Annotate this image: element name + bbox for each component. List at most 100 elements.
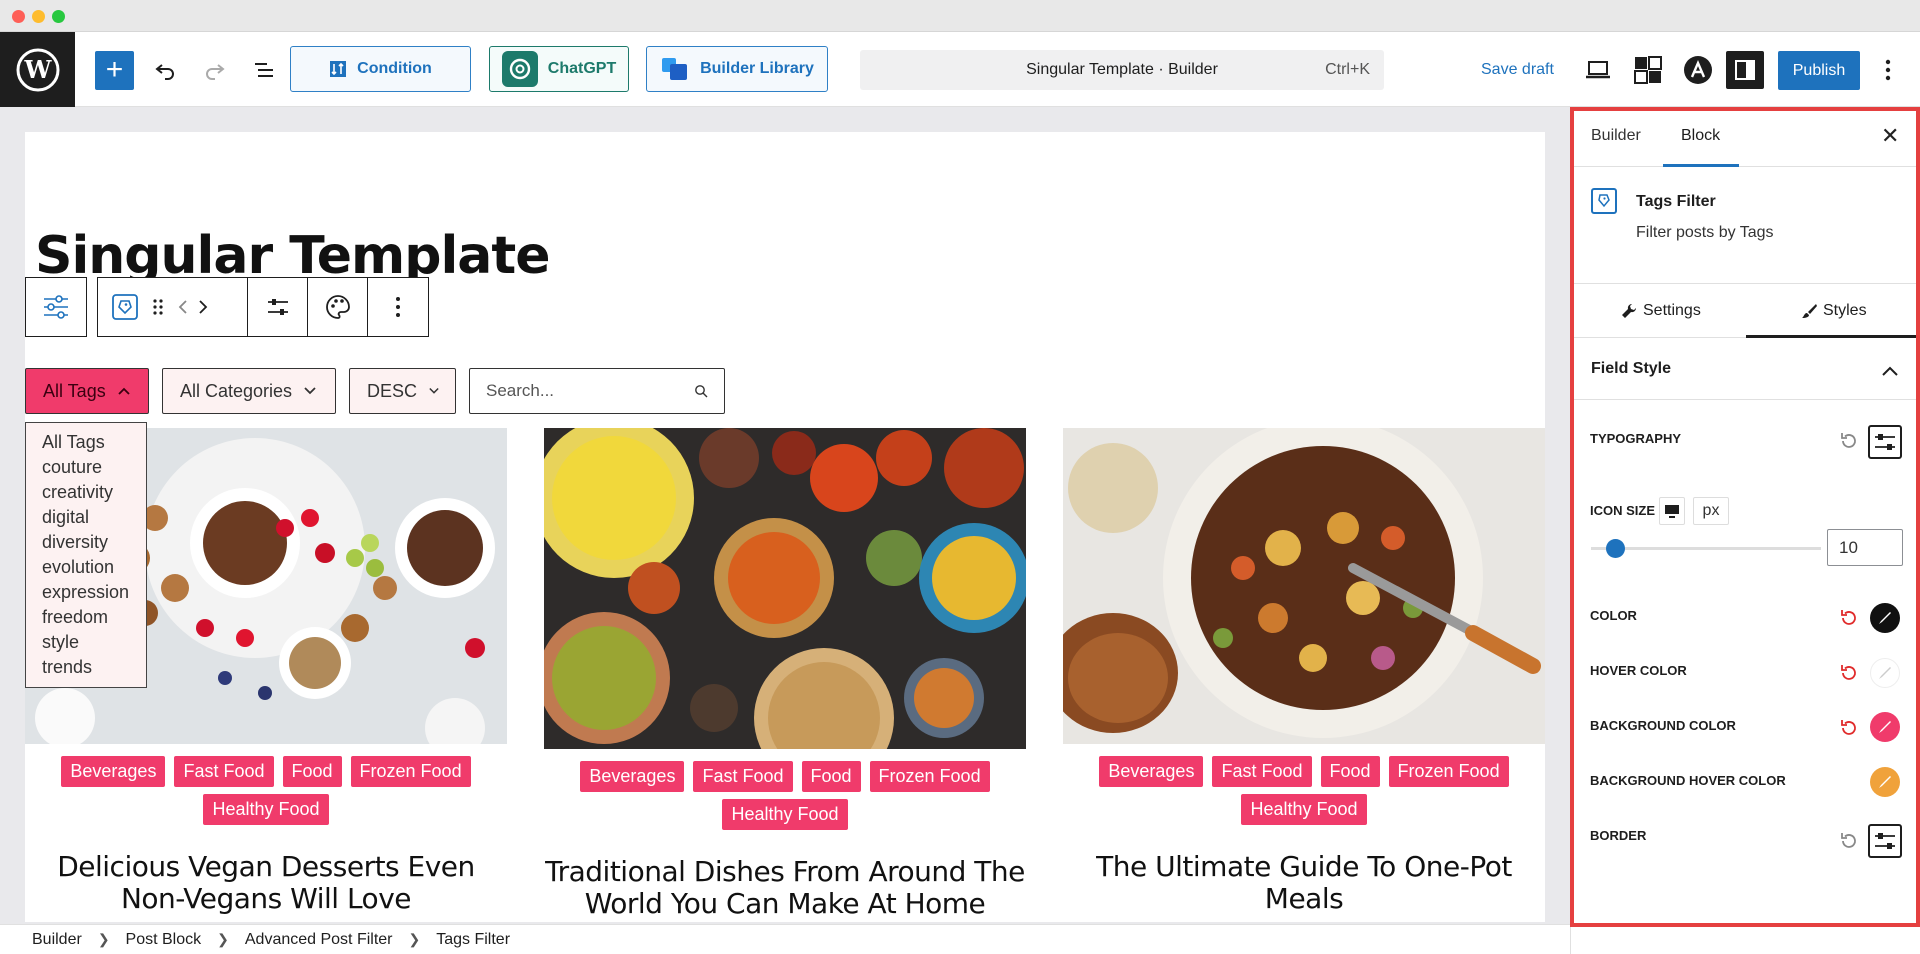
builder-library-button[interactable]: Builder Library — [646, 46, 828, 92]
post-title[interactable]: Delicious Vegan Desserts Even Non-Vegans… — [25, 851, 507, 915]
post-tag[interactable]: Beverages — [1099, 756, 1204, 787]
tags-filter-select[interactable]: All Tags — [25, 368, 149, 414]
close-icon[interactable]: ✕ — [1881, 123, 1899, 149]
tag-option[interactable]: expression — [42, 580, 146, 605]
block-settings-sliders-icon[interactable] — [248, 278, 308, 336]
color-swatch[interactable] — [1870, 603, 1900, 633]
desktop-device-icon[interactable] — [1659, 497, 1685, 525]
move-left-right-icon[interactable] — [178, 298, 208, 316]
post-tag[interactable]: Frozen Food — [869, 761, 990, 792]
block-more-options-icon[interactable] — [368, 278, 428, 336]
background-hover-color-swatch[interactable] — [1870, 767, 1900, 797]
typography-settings-button[interactable] — [1868, 425, 1902, 459]
post-tag[interactable]: Beverages — [61, 756, 166, 787]
post-tag[interactable]: Beverages — [580, 761, 685, 792]
post-title[interactable]: Traditional Dishes From Around The World… — [544, 856, 1026, 920]
tag-option[interactable]: couture — [42, 455, 146, 480]
panel-tabs: Builder Block ✕ — [1571, 107, 1920, 167]
add-block-button[interactable]: + — [95, 51, 134, 90]
reset-icon[interactable] — [1838, 662, 1860, 684]
close-window-dot[interactable] — [12, 10, 25, 23]
post-tag[interactable]: Healthy Food — [722, 799, 848, 830]
post-tag[interactable]: Healthy Food — [203, 794, 329, 825]
select-parent-icon[interactable] — [26, 278, 86, 336]
tag-option[interactable]: trends — [42, 655, 146, 680]
reset-icon[interactable] — [1838, 717, 1860, 739]
border-settings-button[interactable] — [1868, 824, 1902, 858]
tag-option[interactable]: style — [42, 630, 146, 655]
background-hover-color-label: BACKGROUND HOVER COLOR — [1590, 773, 1786, 788]
search-input[interactable]: Search... — [469, 368, 725, 414]
chevron-down-icon — [304, 387, 316, 395]
background-color-swatch[interactable] — [1870, 712, 1900, 742]
post-tag[interactable]: Food — [801, 761, 861, 792]
post-tag[interactable]: Food — [1320, 756, 1380, 787]
categories-filter-select[interactable]: All Categories — [162, 368, 336, 414]
tags-filter-label: All Tags — [43, 380, 106, 401]
settings-sidebar-toggle-icon[interactable] — [1726, 51, 1764, 89]
document-overview-icon[interactable] — [248, 54, 280, 86]
section-title: Field Style — [1591, 360, 1672, 377]
reset-icon[interactable] — [1838, 430, 1860, 452]
condition-icon — [330, 61, 347, 77]
tag-option[interactable]: diversity — [42, 530, 146, 555]
block-styles-palette-icon[interactable] — [308, 278, 368, 336]
tab-settings[interactable]: Settings — [1621, 302, 1701, 320]
maximize-window-dot[interactable] — [52, 10, 65, 23]
publish-button[interactable]: Publish — [1778, 51, 1860, 90]
redo-icon[interactable] — [199, 54, 231, 86]
order-filter-select[interactable]: DESC — [349, 368, 456, 414]
breadcrumb-item[interactable]: Advanced Post Filter — [245, 931, 393, 949]
tag-block-icon[interactable] — [112, 294, 138, 320]
minimize-window-dot[interactable] — [32, 10, 45, 23]
tab-block[interactable]: Block — [1681, 127, 1720, 145]
post-tag[interactable]: Healthy Food — [1241, 794, 1367, 825]
icon-size-slider-track[interactable] — [1591, 547, 1821, 550]
site-editor-icon[interactable] — [1632, 54, 1664, 86]
post-tag[interactable]: Fast Food — [693, 761, 793, 792]
post-tag[interactable]: Fast Food — [174, 756, 274, 787]
tag-option[interactable]: freedom — [42, 605, 146, 630]
post-image-one-pot-meals[interactable] — [1063, 428, 1545, 744]
desktop-preview-icon[interactable] — [1582, 54, 1614, 86]
tag-option[interactable]: creativity — [42, 480, 146, 505]
post-title[interactable]: The Ultimate Guide To One-Pot Meals — [1063, 851, 1545, 915]
tag-option[interactable]: digital — [42, 505, 146, 530]
astra-logo-icon[interactable] — [1682, 54, 1714, 86]
tags-dropdown-list: All Tags couture creativity digital dive… — [25, 422, 147, 688]
reset-icon[interactable] — [1838, 607, 1860, 629]
icon-size-input[interactable]: 10 — [1827, 529, 1903, 566]
condition-button[interactable]: Condition — [290, 46, 471, 92]
block-toolbar — [25, 277, 429, 337]
builder-library-label: Builder Library — [700, 60, 814, 77]
breadcrumb-item-current: Tags Filter — [436, 930, 511, 948]
hover-color-swatch[interactable] — [1870, 658, 1900, 688]
tag-option[interactable]: evolution — [42, 555, 146, 580]
pen-icon — [1879, 721, 1891, 733]
field-style-section-header[interactable]: Field Style — [1571, 338, 1920, 400]
border-label: BORDER — [1590, 828, 1647, 843]
breadcrumb-item[interactable]: Builder — [32, 931, 82, 949]
unit-select[interactable]: px — [1693, 497, 1729, 525]
save-draft-button[interactable]: Save draft — [1481, 61, 1554, 79]
post-image-traditional-dishes[interactable] — [544, 428, 1026, 749]
tag-option[interactable]: All Tags — [42, 430, 146, 455]
block-name: Tags Filter — [1636, 193, 1716, 210]
post-tag[interactable]: Frozen Food — [350, 756, 471, 787]
tab-builder[interactable]: Builder — [1591, 127, 1641, 145]
post-tag[interactable]: Food — [282, 756, 342, 787]
reset-icon[interactable] — [1838, 830, 1860, 852]
icon-size-slider-thumb[interactable] — [1606, 539, 1625, 558]
post-tag[interactable]: Frozen Food — [1388, 756, 1509, 787]
tab-styles[interactable]: Styles — [1801, 302, 1867, 320]
drag-handle-icon[interactable] — [152, 298, 164, 316]
post-card: Beverages Fast Food Food Frozen Food Hea… — [544, 428, 1026, 920]
post-tags: Beverages Fast Food Food Frozen Food Hea… — [1063, 744, 1545, 825]
breadcrumb-item[interactable]: Post Block — [126, 931, 202, 949]
post-tag[interactable]: Fast Food — [1212, 756, 1312, 787]
wordpress-logo-icon[interactable]: W — [0, 32, 75, 107]
chatgpt-button[interactable]: ChatGPT — [489, 46, 629, 92]
options-menu-icon[interactable] — [1872, 54, 1904, 86]
undo-icon[interactable] — [149, 54, 181, 86]
command-palette-bar[interactable]: Singular Template · Builder Ctrl+K — [860, 50, 1384, 90]
